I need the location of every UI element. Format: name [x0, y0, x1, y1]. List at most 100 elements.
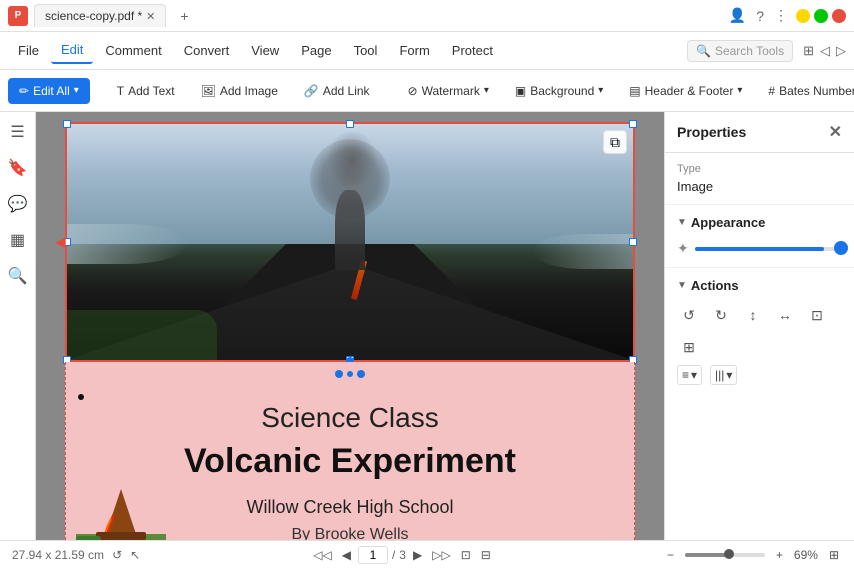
fit-width-button[interactable]: ⊟ — [478, 547, 494, 563]
add-link-button[interactable]: 🔗 Add Link — [293, 78, 381, 104]
crop-button[interactable]: ⊡ — [805, 303, 829, 327]
appearance-title[interactable]: ▼ Appearance — [677, 215, 842, 230]
menu-protect[interactable]: Protect — [442, 38, 503, 63]
title-bar: P science-copy.pdf * ✕ + 👤 ? ⋮ — [0, 0, 854, 32]
arrange-order-button[interactable]: ≡ ▾ — [677, 365, 702, 385]
menu-comment[interactable]: Comment — [95, 38, 171, 63]
add-text-button[interactable]: T Add Text — [106, 78, 186, 104]
sidebar-comment-icon[interactable]: 💬 — [8, 194, 28, 214]
text-selection-handles — [335, 370, 365, 378]
menu-page[interactable]: Page — [291, 38, 341, 63]
prev-page-button[interactable]: ◀ — [339, 547, 354, 563]
bates-number-button[interactable]: # Bates Number ▾ — [757, 78, 854, 104]
menu-view[interactable]: View — [241, 38, 289, 63]
science-class-text: Science Class — [261, 402, 438, 433]
minimize-button[interactable] — [796, 9, 810, 23]
zoom-level-text: 69% — [794, 548, 818, 562]
fullscreen-button[interactable]: ⊞ — [826, 547, 842, 563]
menu-convert[interactable]: Convert — [174, 38, 240, 63]
sidebar-search-icon[interactable]: 🔍 — [8, 266, 28, 286]
edit-all-button[interactable]: ✏ Edit All ▾ — [8, 78, 90, 104]
profile-icon[interactable]: 👤 — [729, 7, 746, 24]
select-tool-icon[interactable]: ↖ — [130, 548, 140, 562]
menu-file[interactable]: File — [8, 38, 49, 63]
add-tab-button[interactable]: + — [172, 4, 196, 28]
flip-vertical-button[interactable]: ↕ — [741, 303, 765, 327]
rotate-tool-icon[interactable]: ↺ — [112, 548, 122, 562]
left-sidebar: ☰ 🔖 💬 ▦ 🔍 — [0, 112, 36, 540]
slider-thumb[interactable] — [834, 241, 848, 255]
appearance-section: ▼ Appearance ✦ — [665, 205, 854, 268]
rotate-left-button[interactable]: ↺ — [677, 303, 701, 327]
edit-all-chevron: ▾ — [74, 85, 79, 96]
bates-icon: # — [768, 84, 775, 98]
selection-dot-left — [335, 370, 343, 378]
first-page-button[interactable]: ◁◁ — [310, 547, 334, 563]
tab-close-button[interactable]: ✕ — [146, 10, 155, 23]
page-number-input[interactable] — [358, 546, 388, 564]
status-bar: 27.94 x 21.59 cm ↺ ↖ ◁◁ ◀ / 3 ▶ ▷▷ ⊡ ⊟ −… — [0, 540, 854, 568]
close-button[interactable] — [832, 9, 846, 23]
sidebar-menu-icon[interactable]: ☰ — [10, 122, 24, 142]
background-chevron: ▾ — [598, 85, 603, 96]
document-area: ⧉ ◀ Science Class Volcanic Ex — [36, 112, 664, 540]
watermark-button[interactable]: ⊘ Watermark ▾ — [397, 78, 500, 104]
panel-header: Properties ✕ — [665, 112, 854, 153]
menu-form[interactable]: Form — [389, 38, 439, 63]
status-left: 27.94 x 21.59 cm ↺ ↖ — [12, 548, 140, 562]
slider-fill — [695, 247, 825, 251]
zoom-slider[interactable] — [685, 553, 765, 557]
fit-page-button[interactable]: ⊡ — [458, 547, 474, 563]
opacity-slider[interactable] — [695, 247, 842, 251]
selection-handle-tm[interactable] — [346, 120, 354, 128]
smoke-upper — [327, 129, 377, 189]
header-footer-button[interactable]: ▤ Header & Footer ▾ — [618, 78, 753, 104]
zoom-out-button[interactable]: − — [664, 547, 677, 563]
greenery — [67, 310, 217, 360]
action-arrange-row: ≡ ▾ ||| ▾ — [677, 365, 842, 385]
nav-fwd-icon[interactable]: ▷ — [836, 43, 846, 59]
school-name-text: Willow Creek High School — [246, 497, 453, 518]
app-icon: P — [8, 6, 28, 26]
external-link-icon[interactable]: ⊞ — [803, 43, 814, 59]
align-button[interactable]: ||| ▾ — [710, 365, 737, 385]
menu-edit[interactable]: Edit — [51, 37, 93, 64]
add-image-button[interactable]: 🖼 Add Image — [190, 78, 289, 104]
action-icons-row: ↺ ↻ ↕ ↔ ⊡ ⊞ — [677, 303, 842, 359]
appearance-label: Appearance — [691, 215, 765, 230]
nav-back-icon[interactable]: ◁ — [820, 43, 830, 59]
more-icon[interactable]: ⋮ — [774, 7, 788, 24]
selection-handle-tr[interactable] — [629, 120, 637, 128]
edit-icon: ✏ — [19, 84, 29, 98]
copy-image-button[interactable]: ⧉ — [603, 130, 627, 154]
actions-title[interactable]: ▼ Actions — [677, 278, 842, 293]
zoom-in-button[interactable]: + — [773, 547, 786, 563]
background-icon: ▣ — [515, 84, 526, 98]
maximize-button[interactable] — [814, 9, 828, 23]
background-button[interactable]: ▣ Background ▾ — [504, 78, 614, 104]
flip-horizontal-button[interactable]: ↔ — [773, 303, 797, 327]
replace-button[interactable]: ⊞ — [677, 335, 701, 359]
watermark-icon: ⊘ — [408, 84, 418, 98]
panel-close-button[interactable]: ✕ — [829, 122, 842, 142]
sidebar-bookmark-icon[interactable]: 🔖 — [8, 158, 28, 178]
menu-tool[interactable]: Tool — [344, 38, 388, 63]
next-page-button[interactable]: ▶ — [410, 547, 425, 563]
zoom-thumb[interactable] — [724, 549, 734, 559]
sidebar-thumbnail-icon[interactable]: ▦ — [10, 230, 25, 250]
selection-dot-center — [347, 371, 353, 377]
type-value: Image — [677, 179, 842, 194]
left-arrow-handle[interactable]: ◀ — [55, 234, 66, 251]
page-separator: / — [392, 548, 395, 562]
rotate-right-button[interactable]: ↻ — [709, 303, 733, 327]
document-tab[interactable]: science-copy.pdf * ✕ — [34, 4, 166, 27]
last-page-button[interactable]: ▷▷ — [429, 547, 453, 563]
selection-dot-right — [357, 370, 365, 378]
menu-search-box[interactable]: 🔍 Search Tools — [687, 40, 793, 62]
menu-bar: File Edit Comment Convert View Page Tool… — [0, 32, 854, 70]
selection-handle-mr[interactable] — [629, 238, 637, 246]
help-icon[interactable]: ? — [756, 8, 764, 24]
image-selection-container[interactable]: ⧉ ◀ — [65, 122, 635, 362]
title-bar-left: P science-copy.pdf * ✕ + — [8, 4, 197, 28]
selection-handle-tl[interactable] — [63, 120, 71, 128]
